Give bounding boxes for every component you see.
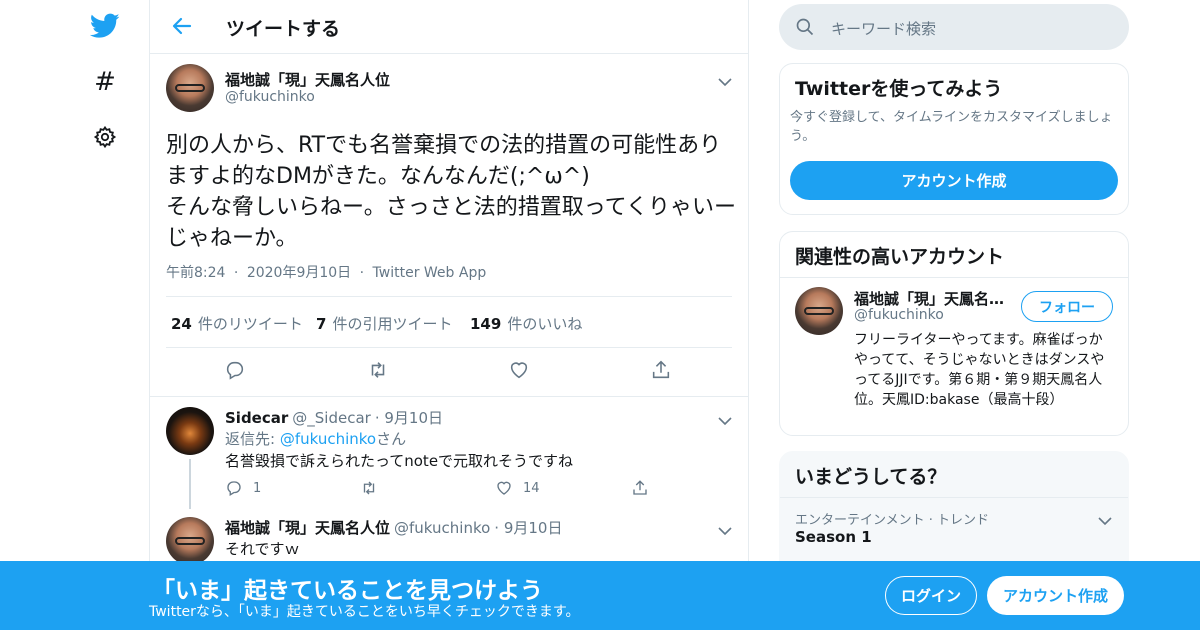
retweet-label: 件のリツイート [197, 315, 303, 333]
banner-title: 「いま」起きていることを見つけよう [152, 578, 543, 604]
back-arrow-icon[interactable] [170, 14, 194, 38]
reply-author[interactable]: Sidecar @_Sidecar · 9月10日 [225, 407, 443, 428]
page: # ツイートする 福地誠「現」天鳳名人位 @fukuchinko 別の人から、R… [0, 0, 1200, 630]
reply-author[interactable]: 福地誠「現」天鳳名人位 @fukuchinko · 9月10日 [225, 517, 562, 538]
signup-button[interactable]: アカウント作成 [987, 576, 1124, 615]
like-button[interactable]: 14 [495, 479, 540, 497]
page-header: ツイートする [150, 0, 748, 54]
meta-separator: · [233, 265, 239, 281]
reply-icon [227, 481, 241, 496]
retweet-stat[interactable]: 24 件のリツイート [171, 313, 303, 334]
retweet-button[interactable] [359, 479, 379, 497]
share-icon [633, 480, 647, 495]
chevron-down-icon[interactable] [718, 411, 732, 426]
related-user-name[interactable]: 福地誠「現」天鳳名人位 [854, 288, 1014, 309]
avatar[interactable] [166, 517, 214, 565]
search-input[interactable]: キーワード検索 [779, 4, 1129, 50]
heart-icon [497, 481, 511, 495]
tweet-meta: 午前8:24 · 2020年9月10日 · Twitter Web App [166, 262, 486, 282]
reply-date[interactable]: · 9月10日 [494, 519, 562, 537]
retweet-icon [363, 481, 375, 495]
trends-card-title: いまどうしてる？ [795, 466, 947, 488]
trend-category: エンターテインメント · トレンド [795, 513, 990, 528]
meta-separator: · [359, 265, 365, 281]
trend-item[interactable]: Season 1 [795, 528, 872, 546]
heart-icon[interactable] [508, 359, 532, 383]
tweet-date[interactable]: 2020年9月10日 [247, 265, 351, 281]
reply-author-handle: @fukuchinko [394, 519, 491, 537]
chevron-down-icon[interactable] [718, 521, 732, 536]
retweet-icon[interactable] [366, 359, 390, 383]
divider [780, 277, 1128, 278]
like-stat[interactable]: 149 件のいいね [470, 313, 582, 334]
tweet-stats: 24 件のリツイート 7 件の引用ツイート 149 件のいいね [166, 296, 732, 348]
divider [780, 497, 1128, 498]
reply-author-name: 福地誠「現」天鳳名人位 [225, 519, 391, 537]
reply-actions: 1 14 [225, 479, 665, 503]
author-handle[interactable]: @fukuchinko [225, 89, 315, 105]
reply-button[interactable]: 1 [225, 479, 261, 497]
like-count: 14 [523, 480, 540, 496]
gear-icon[interactable] [89, 121, 121, 153]
login-button[interactable]: ログイン [885, 576, 977, 615]
banner-subtitle: Twitterなら、「いま」起きていることをいち早くチェックできます。 [149, 604, 580, 620]
like-count: 149 [470, 315, 502, 333]
related-user-handle[interactable]: @fukuchinko [854, 307, 944, 323]
main-column: ツイートする 福地誠「現」天鳳名人位 @fukuchinko 別の人から、RTで… [149, 0, 749, 630]
signup-banner: 「いま」起きていることを見つけよう Twitterなら、「いま」起きていることを… [0, 561, 1200, 630]
tweet-actions [150, 359, 748, 393]
avatar[interactable] [166, 64, 214, 112]
quote-stat[interactable]: 7 件の引用ツイート [316, 313, 452, 334]
avatar[interactable] [795, 287, 843, 335]
left-nav: # [0, 0, 150, 630]
signup-card-desc: 今すぐ登録して、タイムラインをカスタマイズしましょう。 [790, 110, 1113, 144]
related-accounts-card: 関連性の高いアカウント 福地誠「現」天鳳名人位 @fukuchinko フォロー… [779, 231, 1129, 436]
reply-date[interactable]: · 9月10日 [375, 409, 443, 427]
reply-count: 1 [253, 480, 262, 496]
tweet-text: 別の人から、RTでも名誉棄損での法的措置の可能性ありますよ的なDMがきた。なんな… [166, 133, 737, 251]
reply-text: 名誉毀損で訴えられたってnoteで元取れそうですね [225, 452, 574, 470]
tweet-source[interactable]: Twitter Web App [373, 265, 487, 281]
main-tweet: 福地誠「現」天鳳名人位 @fukuchinko 別の人から、RTでも名誉棄損での… [150, 54, 748, 397]
related-card-title: 関連性の高いアカウント [795, 246, 1005, 268]
search-icon [795, 17, 815, 41]
avatar[interactable] [166, 407, 214, 455]
reply-to-prefix: 返信先: [225, 430, 280, 448]
chevron-down-icon[interactable] [1098, 511, 1112, 526]
reply-author-handle: @_Sidecar [292, 409, 371, 427]
search-placeholder: キーワード検索 [831, 20, 937, 38]
retweet-count: 24 [171, 315, 192, 333]
tweet-time[interactable]: 午前8:24 [166, 265, 225, 281]
twitter-bird-icon[interactable] [89, 10, 121, 42]
quote-count: 7 [316, 315, 327, 333]
signup-card-title: Twitterを使ってみよう [795, 78, 1003, 100]
reply-text: それですｗ [225, 540, 300, 558]
related-user-bio: フリーライターやってます。麻雀ばっかやってて、そうじゃないときはダンスやってるJ… [854, 332, 1105, 408]
reply-author-name: Sidecar [225, 409, 289, 427]
hashtag-icon[interactable]: # [89, 66, 121, 98]
reply-tweet[interactable]: 福地誠「現」天鳳名人位 @fukuchinko · 9月10日 それですｗ [150, 507, 748, 567]
author-name[interactable]: 福地誠「現」天鳳名人位 [225, 69, 390, 90]
follow-button[interactable]: フォロー [1021, 291, 1113, 322]
signup-card: Twitterを使ってみよう 今すぐ登録して、タイムラインをカスタマイズしましょ… [779, 63, 1129, 215]
reply-tweet[interactable]: Sidecar @_Sidecar · 9月10日 返信先: @fukuchinko… [150, 397, 748, 513]
reply-to-link[interactable]: @fukuchinko [280, 430, 376, 448]
share-icon[interactable] [650, 359, 674, 383]
chevron-down-icon[interactable] [718, 72, 732, 87]
quote-label: 件の引用ツイート [332, 315, 453, 333]
thread-line [189, 459, 191, 509]
reply-to-suffix: さん [376, 430, 407, 448]
reply-to: 返信先: @fukuchinkoさん [225, 428, 406, 449]
like-label: 件のいいね [507, 315, 583, 333]
create-account-button[interactable]: アカウント作成 [790, 161, 1118, 200]
page-title: ツイートする [226, 18, 341, 40]
share-button[interactable] [631, 479, 649, 497]
reply-icon[interactable] [224, 359, 248, 383]
